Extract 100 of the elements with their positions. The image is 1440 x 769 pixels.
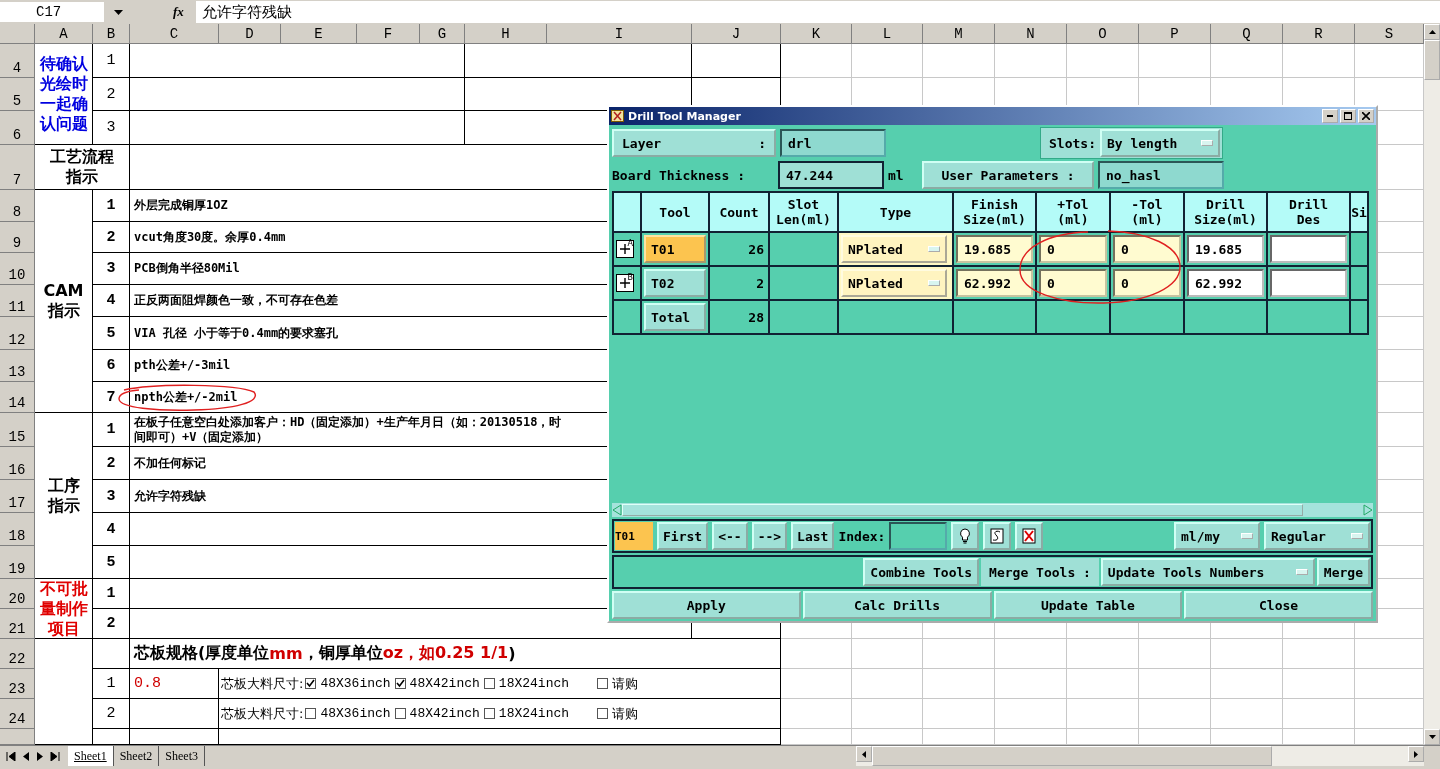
column-header[interactable]: Q — [1211, 24, 1283, 44]
column-header[interactable]: A — [35, 24, 93, 44]
horizontal-scrollbar[interactable] — [856, 746, 1424, 766]
action-button[interactable]: Update Table — [993, 591, 1183, 619]
plus-tolerance-field[interactable]: 0 — [1039, 269, 1107, 297]
minus-tolerance-field[interactable]: 0 — [1113, 235, 1181, 263]
merge-button[interactable]: Merge — [1316, 558, 1370, 586]
plus-tolerance-field[interactable]: 0 — [1039, 235, 1107, 263]
row-header[interactable]: 13 — [0, 350, 35, 382]
last-sheet-icon[interactable] — [50, 751, 60, 761]
row-header[interactable]: 8 — [0, 190, 35, 222]
column-header[interactable]: O — [1067, 24, 1139, 44]
row-header[interactable]: 17 — [0, 480, 35, 513]
row-header[interactable]: 15 — [0, 413, 35, 447]
row-header[interactable]: 6 — [0, 111, 35, 145]
action-button[interactable]: Calc Drills — [802, 591, 992, 619]
checkbox[interactable] — [597, 678, 609, 689]
row-header[interactable]: 19 — [0, 546, 35, 579]
select-all-corner[interactable] — [0, 24, 35, 44]
delete-button[interactable] — [1015, 522, 1044, 550]
first-sheet-icon[interactable] — [6, 751, 16, 761]
row-header[interactable]: 5 — [0, 78, 35, 111]
row-header[interactable]: 20 — [0, 579, 35, 609]
column-header[interactable]: E — [281, 24, 357, 44]
checkbox[interactable] — [394, 708, 406, 719]
checkbox[interactable] — [305, 708, 317, 719]
index-field[interactable] — [889, 522, 948, 550]
navigation-button[interactable]: <-- — [712, 522, 748, 550]
checkbox[interactable] — [305, 678, 317, 689]
merge-mode-dropdown[interactable]: Update Tools Numbers — [1100, 558, 1315, 586]
layer-field[interactable]: drl — [780, 129, 886, 157]
column-header[interactable]: B — [93, 24, 130, 44]
row-header[interactable]: 14 — [0, 382, 35, 413]
checkbox[interactable] — [597, 708, 609, 719]
function-label[interactable]: fx — [173, 4, 184, 20]
finish-size-field[interactable]: 19.685 — [956, 235, 1033, 263]
row-header[interactable]: 24 — [0, 699, 35, 729]
navigation-button[interactable]: --> — [751, 522, 788, 550]
row-header[interactable]: 10 — [0, 253, 35, 285]
scroll-up-button[interactable] — [1424, 24, 1440, 40]
column-header[interactable]: G — [420, 24, 465, 44]
units-dropdown[interactable]: ml/my — [1174, 522, 1260, 550]
scroll-left-button[interactable] — [856, 746, 872, 762]
column-header[interactable]: K — [781, 24, 852, 44]
maximize-button[interactable] — [1340, 109, 1356, 123]
lightbulb-button[interactable] — [951, 522, 980, 550]
formula-field[interactable]: 允许字符残缺 — [195, 1, 1440, 23]
row-header[interactable]: 21 — [0, 609, 35, 639]
vertical-scrollbar[interactable] — [1424, 24, 1440, 745]
checkbox[interactable] — [394, 678, 406, 689]
mode-dropdown[interactable]: Regular — [1264, 522, 1370, 550]
horizontal-scrollbar[interactable] — [612, 503, 1373, 517]
column-header[interactable]: L — [852, 24, 923, 44]
column-header[interactable]: F — [357, 24, 420, 44]
checkbox[interactable] — [483, 708, 495, 719]
previous-sheet-icon[interactable] — [22, 751, 30, 761]
row-header[interactable]: 12 — [0, 317, 35, 350]
combine-tools-button[interactable]: Combine Tools — [863, 558, 980, 586]
total-button[interactable]: Total — [644, 303, 706, 331]
row-header[interactable]: 7 — [0, 145, 35, 190]
tool-button[interactable]: T01 — [644, 235, 706, 263]
scroll-down-button[interactable] — [1424, 729, 1440, 745]
layer-button[interactable]: Layer : — [612, 129, 776, 157]
close-button[interactable] — [1358, 109, 1374, 123]
next-sheet-icon[interactable] — [36, 751, 44, 761]
name-box[interactable]: C17 — [0, 2, 104, 22]
user-parameters-field[interactable]: no_hasl — [1098, 161, 1224, 189]
column-header[interactable]: D — [219, 24, 281, 44]
column-header[interactable]: N — [995, 24, 1067, 44]
row-header[interactable] — [0, 729, 35, 745]
column-header[interactable]: P — [1139, 24, 1211, 44]
column-header[interactable]: J — [692, 24, 781, 44]
navigation-button[interactable]: First — [657, 522, 709, 550]
row-header[interactable]: 18 — [0, 513, 35, 546]
board-thickness-field[interactable]: 47.244 — [778, 161, 884, 189]
navigation-button[interactable]: Last — [791, 522, 835, 550]
drill-size-field[interactable]: 62.992 — [1187, 269, 1264, 297]
column-header[interactable]: S — [1355, 24, 1424, 44]
tool-button[interactable]: T02 — [644, 269, 706, 297]
scroll-right-button[interactable] — [1408, 746, 1424, 762]
column-header[interactable]: H — [465, 24, 547, 44]
row-header[interactable]: 16 — [0, 447, 35, 480]
user-parameters-button[interactable]: User Parameters : — [922, 161, 1094, 189]
caret-icon[interactable] — [114, 9, 123, 15]
drill-size-field[interactable]: 19.685 — [1187, 235, 1264, 263]
row-header[interactable]: 4 — [0, 44, 35, 78]
type-dropdown[interactable]: NPlated — [841, 235, 947, 263]
document-button[interactable] — [983, 522, 1012, 550]
checkbox[interactable] — [483, 678, 495, 689]
slots-dropdown[interactable]: By length — [1099, 129, 1220, 157]
action-button[interactable]: Close — [1184, 591, 1373, 619]
row-header[interactable]: 23 — [0, 669, 35, 699]
column-header[interactable]: R — [1283, 24, 1355, 44]
action-button[interactable]: Apply — [612, 591, 801, 619]
column-header[interactable]: C — [130, 24, 219, 44]
row-header[interactable]: 11 — [0, 285, 35, 317]
row-header[interactable]: 22 — [0, 639, 35, 669]
finish-size-field[interactable]: 62.992 — [956, 269, 1033, 297]
column-header[interactable]: M — [923, 24, 995, 44]
sheet-tab[interactable]: Sheet1 — [68, 746, 114, 766]
